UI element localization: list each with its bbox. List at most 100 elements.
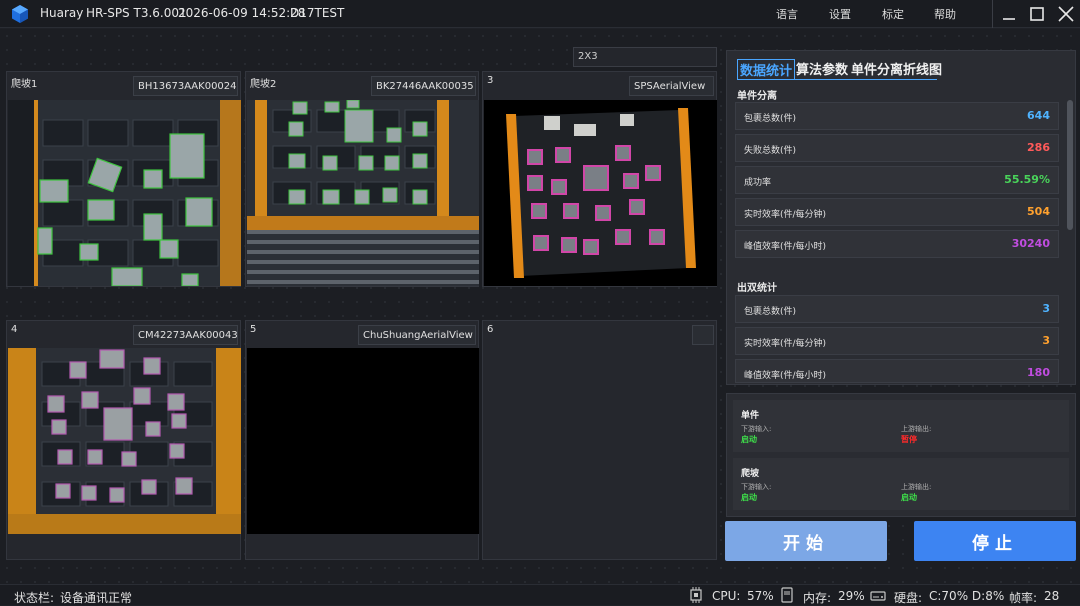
fps-label: 帧率: — [1009, 591, 1038, 605]
camera-number: 6 — [487, 324, 494, 335]
statistics-panel: 数据统计 算法参数 单件分离折线图 单件分离 包裹总数(件) 644 失败总数(… — [726, 50, 1076, 385]
io-block-single: 单件 下游输入: 启动 上游输出: 暂停 — [733, 400, 1069, 452]
camera-number: 爬坡2 — [250, 79, 277, 90]
stat-label: 实时效率(件/每分钟) — [744, 339, 827, 349]
stat-row: 包裹总数(件) 644 — [735, 102, 1059, 130]
stat-label: 失败总数(件) — [744, 146, 797, 156]
camera-panel-5[interactable]: 5 ChuShuangAerialView — [245, 320, 479, 560]
app-logo-icon — [12, 5, 28, 23]
minimize-icon[interactable] — [994, 0, 1024, 28]
stat-label: 实时效率(件/每分钟) — [744, 210, 827, 220]
app-datetime: 2026-06-09 14:52:28 — [178, 6, 306, 20]
camera-panel-4[interactable]: 4 CM42273AAK00043 — [6, 320, 241, 560]
camera-number: 爬坡1 — [11, 79, 38, 90]
menu-calibrate[interactable]: 标定 — [882, 6, 904, 22]
camera-feed-3 — [484, 100, 717, 286]
camera-id: ChuShuangAerialView — [358, 325, 476, 345]
io-output-label: 上游输出: — [901, 425, 932, 433]
tab-single-chart[interactable]: 单件分离折线图 — [851, 59, 942, 78]
disk-icon — [870, 591, 886, 601]
close-icon[interactable] — [1051, 0, 1080, 28]
camera-id: SPSAerialView — [629, 76, 714, 96]
fps-value: 28 — [1044, 589, 1060, 603]
menu-settings[interactable]: 设置 — [829, 6, 851, 22]
stat-row: 包裹总数(件) 3 — [735, 295, 1059, 323]
stat-row: 实时效率(件/每分钟) 504 — [735, 198, 1059, 226]
cpu-label: CPU: — [712, 589, 741, 603]
camera-feed-2 — [247, 100, 479, 286]
disk-value: C:70% D:8% — [929, 589, 1005, 603]
camera-view-2 — [247, 100, 479, 286]
cpu-icon — [690, 587, 702, 603]
stat-row: 实时效率(件/每分钟) 3 — [735, 327, 1059, 355]
camera-feed-4 — [8, 348, 241, 534]
tab-algorithm-params[interactable]: 算法参数 — [796, 59, 848, 78]
io-input-label: 下游输入: — [741, 425, 772, 433]
camera-view-4 — [8, 348, 241, 534]
maximize-icon[interactable] — [1022, 0, 1052, 28]
single-section-title: 单件分离 — [737, 91, 777, 102]
stat-label: 峰值效率(件/每小时) — [744, 371, 827, 381]
disk-label: 硬盘: — [894, 591, 923, 605]
io-status-panel: 单件 下游输入: 启动 上游输出: 暂停 爬坡 下游输入: 启动 上游输出: 启… — [726, 393, 1076, 517]
camera-feed-1 — [8, 100, 241, 286]
io-block-climb: 爬坡 下游输入: 启动 上游输出: 启动 — [733, 458, 1069, 510]
tab-data-statistics[interactable]: 数据统计 — [737, 59, 796, 80]
io-input-value: 启动 — [741, 435, 757, 444]
io-output-value: 启动 — [901, 493, 917, 502]
station-name: D17TEST — [290, 6, 345, 20]
camera-view-5 — [247, 348, 479, 534]
camera-id: BK27446AAK00035 — [371, 76, 476, 96]
app-version: HR-SPS T3.6.001 — [86, 6, 187, 20]
stat-value: 504 — [1027, 205, 1050, 218]
stat-label: 包裹总数(件) — [744, 307, 797, 317]
status-message: 设备通讯正常 — [60, 591, 133, 605]
camera-id: BH13673AAK00024 — [133, 76, 238, 96]
double-section-title: 出双统计 — [737, 283, 777, 294]
camera-view-3 — [484, 100, 717, 286]
camera-view-1 — [8, 100, 241, 286]
stat-value: 180 — [1027, 366, 1050, 379]
cpu-value: 57% — [747, 589, 774, 603]
camera-id[interactable] — [692, 325, 714, 345]
stat-value: 30240 — [1011, 237, 1050, 250]
stat-value: 286 — [1027, 141, 1050, 154]
layout-select[interactable]: 2X3 — [573, 47, 717, 67]
tab-underline — [737, 79, 937, 80]
stat-row: 峰值效率(件/每小时) 30240 — [735, 230, 1059, 258]
io-output-label: 上游输出: — [901, 483, 932, 491]
io-title: 爬坡 — [741, 469, 760, 479]
camera-panel-6[interactable]: 6 — [482, 320, 717, 560]
menu-help[interactable]: 帮助 — [934, 6, 956, 22]
menu-language[interactable]: 语言 — [776, 6, 798, 22]
stat-value: 644 — [1027, 109, 1050, 122]
start-button[interactable]: 开始 — [725, 521, 887, 561]
stat-label: 成功率 — [744, 178, 772, 188]
stat-value: 55.59% — [1004, 173, 1050, 186]
io-input-label: 下游输入: — [741, 483, 772, 491]
io-output-value: 暂停 — [901, 435, 917, 444]
camera-panel-3[interactable]: 3 SPSAerialView — [482, 71, 717, 287]
stats-scrollbar[interactable] — [1067, 100, 1073, 230]
app-name: Huaray — [40, 6, 84, 20]
memory-icon — [781, 587, 793, 603]
stat-label: 包裹总数(件) — [744, 114, 797, 124]
stat-value: 3 — [1042, 334, 1050, 347]
camera-number: 3 — [487, 75, 494, 86]
stat-row: 峰值效率(件/每小时) 180 — [735, 359, 1059, 383]
io-input-value: 启动 — [741, 493, 757, 502]
status-label: 状态栏: — [14, 591, 55, 605]
camera-number: 4 — [11, 324, 18, 335]
stat-value: 3 — [1042, 302, 1050, 315]
camera-panel-2[interactable]: 爬坡2 BK27446AAK00035 — [245, 71, 479, 287]
title-bar: Huaray HR-SPS T3.6.001 2026-06-09 14:52:… — [0, 0, 1080, 28]
stop-button[interactable]: 停止 — [914, 521, 1076, 561]
camera-panel-1[interactable]: 爬坡1 BH13673AAK00024 — [6, 71, 241, 287]
memory-value: 29% — [838, 589, 865, 603]
io-title: 单件 — [741, 411, 760, 421]
stat-row: 失败总数(件) 286 — [735, 134, 1059, 162]
stat-row: 成功率 55.59% — [735, 166, 1059, 194]
camera-number: 5 — [250, 324, 257, 335]
camera-id: CM42273AAK00043 — [133, 325, 238, 345]
status-bar: 状态栏: 设备通讯正常 CPU: 57% 内存: 29% 硬盘: C:70% D… — [0, 584, 1080, 605]
